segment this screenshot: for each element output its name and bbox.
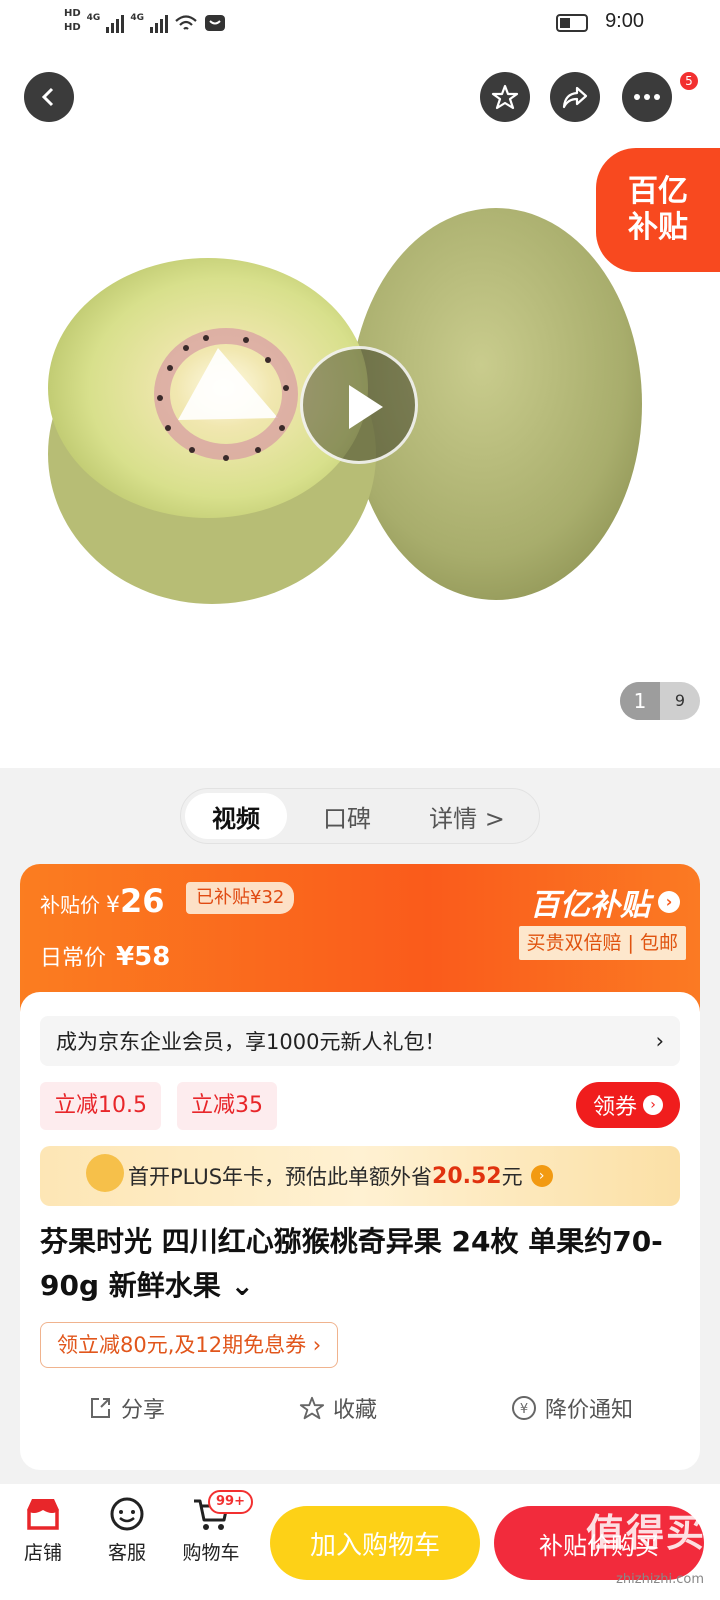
clock: 9:00: [605, 10, 644, 32]
tab-reviews[interactable]: 口碑: [287, 793, 407, 839]
store-label: 店铺: [23, 1542, 62, 1564]
subsidy-tag-line2: 补贴: [628, 210, 688, 245]
bottom-action-bar: 店铺 客服 购物车 99+ 加入购物车 补贴价购买 值得买 zhizhizhi.…: [0, 1484, 720, 1600]
signal-icon-1: [106, 15, 125, 33]
store-button[interactable]: 店铺: [8, 1496, 78, 1565]
daily-price: ¥58: [116, 942, 171, 972]
price-alert-label: 降价通知: [544, 1398, 633, 1423]
wifi-icon: [175, 15, 197, 30]
tab-video[interactable]: 视频: [185, 793, 287, 839]
network-label-2: 4G: [130, 13, 144, 23]
signal-icon-2: [149, 15, 168, 33]
cart-label: 购物车: [182, 1542, 240, 1564]
coupon-tag[interactable]: 立减35: [177, 1082, 277, 1130]
back-button[interactable]: [24, 72, 74, 122]
moon-icon: [86, 1154, 124, 1192]
share-top-button[interactable]: [550, 72, 600, 122]
favorite-button[interactable]: 收藏: [299, 1388, 377, 1428]
plus-offer-suffix: 元: [501, 1165, 523, 1189]
star-icon: [299, 1396, 325, 1420]
subsidy-price-label: 补贴价: [40, 893, 100, 917]
pager-total: 9: [674, 691, 686, 710]
network-label-1: 4G: [86, 13, 101, 23]
image-pager: 1 9: [620, 682, 700, 720]
chevron-right-icon: ›: [643, 1095, 663, 1115]
more-icon: [634, 94, 660, 100]
status-bar: HD HD 4G 4G 9:00: [0, 0, 720, 48]
product-actions: 分享 收藏 ¥ 降价通知: [20, 1388, 700, 1428]
subsidy-price-row: 补贴价 ¥ 26: [40, 882, 165, 920]
chevron-left-icon: [41, 87, 54, 107]
guarantee-tags: 买贵双倍赔 | 包邮: [518, 926, 686, 960]
subsidy-brand-link[interactable]: 百亿补贴 ›: [530, 880, 680, 924]
cart-count-badge: 99+: [208, 1490, 253, 1514]
service-label: 客服: [107, 1542, 146, 1564]
content-tabs: 视频 口碑 详情 >: [180, 788, 540, 844]
plus-offer-amount: 20.52: [432, 1163, 502, 1189]
coupon-list: 立减10.5 立减35: [40, 1082, 277, 1130]
chat-smile-icon: [110, 1497, 144, 1531]
service-button[interactable]: 客服: [92, 1496, 162, 1565]
share-button[interactable]: 分享: [87, 1388, 165, 1428]
store-icon: [27, 1499, 59, 1530]
play-video-button[interactable]: [300, 346, 418, 464]
favorite-top-button[interactable]: [480, 72, 530, 122]
price-alert-button[interactable]: ¥ 降价通知: [511, 1388, 633, 1428]
member-offer-row[interactable]: 成为京东企业会员，享1000元新人礼包！ ›: [40, 1016, 680, 1066]
share-label: 分享: [120, 1398, 165, 1423]
add-to-cart-button[interactable]: 加入购物车: [270, 1506, 480, 1580]
more-badge: 5: [678, 70, 700, 92]
daily-price-label: 日常价: [40, 946, 107, 971]
share-icon: [90, 1398, 110, 1418]
favorite-label: 收藏: [332, 1398, 377, 1423]
watermark-url: zhizhizhi.com: [616, 1572, 704, 1587]
get-coupon-button[interactable]: 领券 ›: [576, 1082, 680, 1128]
plus-offer-banner[interactable]: 首开PLUS年卡，预估此单额外省 20.52 元 ›: [40, 1146, 680, 1206]
subsidy-price: 26: [120, 882, 165, 920]
chevron-right-icon: ›: [530, 1165, 553, 1187]
watermark: 值得买: [585, 1511, 706, 1555]
battery-icon: [556, 14, 588, 32]
hd-indicator-1: HD: [64, 7, 81, 19]
pager-current: 1: [620, 682, 660, 720]
daily-price-row: 日常价 ¥58: [40, 940, 170, 972]
subsidy-tag-line1: 百亿: [628, 174, 688, 209]
hd-indicator-2: HD: [64, 21, 81, 33]
more-button[interactable]: [622, 72, 672, 122]
product-gallery[interactable]: 百亿 补贴 1 9: [0, 48, 720, 768]
svg-text:¥: ¥: [520, 1402, 528, 1417]
status-icons: HD HD 4G 4G: [64, 6, 226, 34]
product-title[interactable]: 芬果时光 四川红心猕猴桃奇异果 24枚 单果约70-90g 新鲜水果 ⌄: [40, 1220, 680, 1308]
tab-details[interactable]: 详情 >: [407, 793, 527, 839]
product-info-card: 成为京东企业会员，享1000元新人礼包！ › 立减10.5 立减35 领券 › …: [20, 992, 700, 1470]
member-offer-text: 成为京东企业会员，享1000元新人礼包！: [56, 1030, 446, 1054]
chevron-right-icon: ›: [658, 891, 680, 913]
coupon-tag[interactable]: 立减10.5: [40, 1082, 161, 1130]
subsidy-saved-badge: 已补贴¥32: [186, 882, 295, 914]
share-icon: [562, 86, 588, 109]
get-coupon-label: 领券: [592, 1095, 637, 1120]
yen-circle-icon: ¥: [511, 1396, 536, 1420]
subsidy-brand: 百亿补贴: [530, 888, 650, 923]
message-icon: [204, 15, 225, 31]
subsidy-tag: 百亿 补贴: [596, 148, 720, 272]
promo-coupon-link[interactable]: 领立减80元,及12期免息券 ›: [40, 1322, 339, 1368]
currency-symbol: ¥: [106, 893, 120, 918]
plus-offer-prefix: 首开PLUS年卡，预估此单额外省: [128, 1165, 433, 1189]
star-icon: [491, 84, 519, 110]
chevron-right-icon: ›: [655, 1029, 664, 1053]
